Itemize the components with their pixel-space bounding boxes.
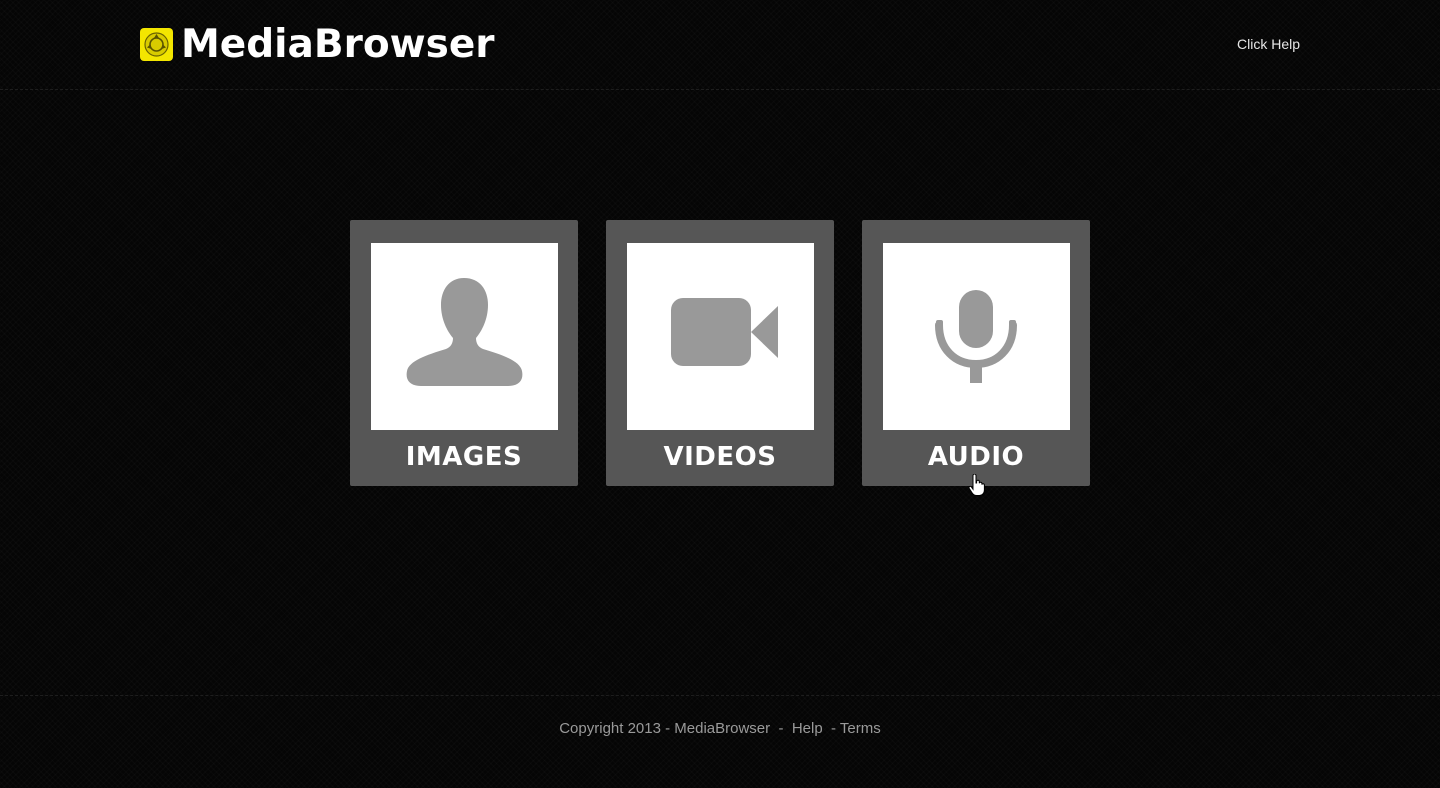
footer-separator: - (770, 720, 792, 737)
audio-label: AUDIO (927, 442, 1025, 472)
video-camera-icon (671, 298, 778, 366)
header: MediaBrowser Click Help (0, 0, 1440, 90)
person-icon (406, 278, 523, 386)
brand-title[interactable]: MediaBrowser (181, 20, 495, 70)
videos-icon-box (627, 243, 814, 430)
audio-icon-box (883, 243, 1070, 430)
footer-help-link[interactable]: Help (792, 720, 823, 737)
media-tiles: IMAGES VIDEOS AUDIO (350, 220, 1090, 486)
footer-text: Copyright 2013 - MediaBrowser - Help - T… (0, 719, 1440, 739)
images-tile[interactable]: IMAGES (350, 220, 578, 486)
microphone-icon (935, 290, 1017, 383)
images-icon-box (371, 243, 558, 430)
copyright-text: Copyright 2013 - MediaBrowser (559, 720, 771, 737)
refresh-cycle-icon[interactable] (140, 28, 173, 61)
footer-separator: - (822, 720, 840, 737)
click-help-link[interactable]: Click Help (1237, 35, 1300, 53)
videos-tile[interactable]: VIDEOS (606, 220, 834, 486)
footer-terms-link[interactable]: Terms (840, 720, 881, 737)
images-label: IMAGES (405, 442, 523, 472)
footer: Copyright 2013 - MediaBrowser - Help - T… (0, 695, 1440, 788)
videos-label: VIDEOS (663, 442, 777, 472)
audio-tile[interactable]: AUDIO (862, 220, 1090, 486)
